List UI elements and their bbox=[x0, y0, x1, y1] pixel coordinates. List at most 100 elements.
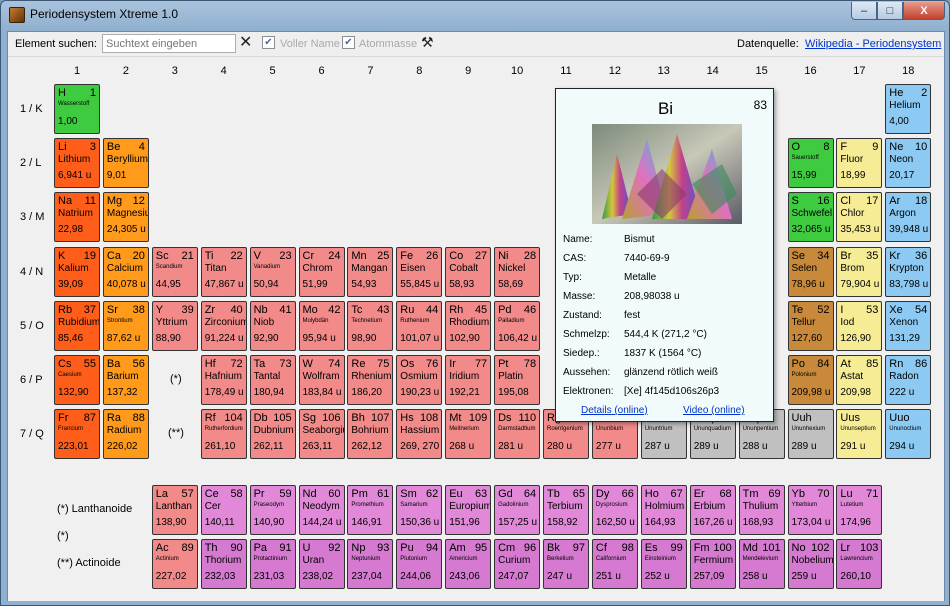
element-cell-w[interactable]: W 74 Wolfram 183,84 u bbox=[298, 355, 345, 405]
video-online-link[interactable]: Video (online) bbox=[683, 405, 745, 416]
element-cell-dy[interactable]: Dy 66 Dysprosium 162,50 u bbox=[591, 485, 638, 535]
element-cell-zr[interactable]: Zr 40 Zirconium 91,224 u bbox=[200, 300, 247, 351]
element-cell-be[interactable]: Be 4 Beryllium 9,01 bbox=[102, 138, 149, 189]
element-cell-uuh[interactable]: Uuh Ununhexium 289 u bbox=[787, 409, 834, 460]
element-cell-rb[interactable]: Rb 37 Rubidium 85,46 bbox=[54, 300, 100, 351]
details-online-link[interactable]: Details (online) bbox=[581, 405, 648, 416]
element-cell-se[interactable]: Se 34 Selen 78,96 u bbox=[787, 246, 834, 297]
element-cell-sr[interactable]: Sr 38 Strontium 87,62 u bbox=[102, 300, 149, 351]
element-cell-y[interactable]: Y 39 Yttrium 88,90 bbox=[151, 300, 198, 351]
element-cell-o[interactable]: O 8 Sauerstoff 15,99 bbox=[787, 138, 834, 189]
element-cell-xe[interactable]: Xe 54 Xenon 131,29 bbox=[885, 300, 932, 351]
element-cell-ru[interactable]: Ru 44 Ruthenium 101,07 u bbox=[396, 300, 443, 351]
element-cell-fr[interactable]: Fr 87 Francium 223,01 bbox=[54, 409, 100, 460]
element-cell-es[interactable]: Es 99 Einsteinium 252 u bbox=[640, 539, 687, 589]
element-cell-ds[interactable]: Ds 110 Darmstadtium 281 u bbox=[494, 409, 541, 460]
element-cell-db[interactable]: Db 105 Dubnium 262,11 bbox=[249, 409, 296, 460]
element-cell-s[interactable]: S 16 Schwefel 32,065 u bbox=[787, 192, 834, 243]
element-cell-te[interactable]: Te 52 Tellur 127,60 bbox=[787, 300, 834, 351]
element-cell-ni[interactable]: Ni 28 Nickel 58,69 bbox=[494, 246, 541, 297]
maximize-button[interactable]: □ bbox=[877, 2, 903, 20]
element-cell-mn[interactable]: Mn 25 Mangan 54,93 bbox=[347, 246, 394, 297]
element-cell-lu[interactable]: Lu 71 Lutetium 174,96 bbox=[836, 485, 883, 535]
element-cell-kr[interactable]: Kr 36 Krypton 83,798 u bbox=[885, 246, 932, 297]
element-cell-h[interactable]: H 1 Wasserstoff 1,00 bbox=[54, 84, 100, 134]
element-cell-li[interactable]: Li 3 Lithium 6,941 u bbox=[54, 138, 100, 189]
element-cell-fe[interactable]: Fe 26 Eisen 55,845 u bbox=[396, 246, 443, 297]
element-cell-pm[interactable]: Pm 61 Promethium 146,91 bbox=[347, 485, 394, 535]
element-cell-ti[interactable]: Ti 22 Titan 47,867 u bbox=[200, 246, 247, 297]
element-cell-tm[interactable]: Tm 69 Thulium 168,93 bbox=[738, 485, 785, 535]
element-cell-er[interactable]: Er 68 Erbium 167,26 u bbox=[689, 485, 736, 535]
element-cell-hs[interactable]: Hs 108 Hassium 269, 270 bbox=[396, 409, 443, 460]
element-cell-tb[interactable]: Tb 65 Terbium 158,92 bbox=[543, 485, 589, 535]
minimize-button[interactable]: – bbox=[851, 2, 877, 20]
element-cell-pa[interactable]: Pa 91 Protactinium 231,03 bbox=[249, 539, 296, 589]
element-cell-fm[interactable]: Fm 100 Fermium 257,09 bbox=[689, 539, 736, 589]
full-name-checkbox[interactable]: ✔ bbox=[262, 36, 275, 49]
element-cell-am[interactable]: Am 95 Americium 243,06 bbox=[445, 539, 492, 589]
atomic-mass-checkbox[interactable]: ✔ bbox=[342, 36, 355, 49]
element-cell-lr[interactable]: Lr 103 Lawrencium 260,10 bbox=[836, 539, 883, 589]
element-cell-rf[interactable]: Rf 104 Rutherfordium 261,10 bbox=[200, 409, 247, 460]
element-cell-ra[interactable]: Ra 88 Radium 226,02 bbox=[102, 409, 149, 460]
element-cell-rn[interactable]: Rn 86 Radon 222 u bbox=[885, 355, 932, 405]
element-cell-na[interactable]: Na 11 Natrium 22,98 bbox=[54, 192, 100, 243]
element-cell-tc[interactable]: Tc 43 Technetium 98,90 bbox=[347, 300, 394, 351]
element-cell-sm[interactable]: Sm 62 Samarium 150,36 u bbox=[396, 485, 443, 535]
element-cell-pr[interactable]: Pr 59 Praseodym 140,90 bbox=[249, 485, 296, 535]
element-cell-pu[interactable]: Pu 94 Plutonium 244,06 bbox=[396, 539, 443, 589]
element-cell-rh[interactable]: Rh 45 Rhodium 102,90 bbox=[445, 300, 492, 351]
element-cell-la[interactable]: La 57 Lanthan 138,90 bbox=[151, 485, 198, 535]
element-cell-br[interactable]: Br 35 Brom 79,904 u bbox=[836, 246, 883, 297]
element-cell-yb[interactable]: Yb 70 Ytterbium 173,04 u bbox=[787, 485, 834, 535]
element-cell-ac[interactable]: Ac 89 Actinium 227,02 bbox=[151, 539, 198, 589]
element-cell-ca[interactable]: Ca 20 Calcium 40,078 u bbox=[102, 246, 149, 297]
element-cell-u[interactable]: U 92 Uran 238,02 bbox=[298, 539, 345, 589]
clear-search-icon[interactable]: ✕ bbox=[239, 35, 252, 51]
element-cell-mg[interactable]: Mg 12Magnesium 24,305 u bbox=[102, 192, 149, 243]
element-cell-no[interactable]: No 102 Nobelium 259 u bbox=[787, 539, 834, 589]
element-cell-re[interactable]: Re 75 Rhenium 186,20 bbox=[347, 355, 394, 405]
element-cell-cm[interactable]: Cm 96 Curium 247,07 bbox=[494, 539, 541, 589]
element-cell-uus[interactable]: Uus Ununseptium 291 u bbox=[836, 409, 883, 460]
element-cell-bk[interactable]: Bk 97 Berkelium 247 u bbox=[543, 539, 589, 589]
element-cell-cl[interactable]: Cl 17 Chlor 35,453 u bbox=[836, 192, 883, 243]
title-bar[interactable]: Periodensystem Xtreme 1.0 – □ X bbox=[1, 1, 949, 29]
element-cell-md[interactable]: Md 101 Mendelevium 258 u bbox=[738, 539, 785, 589]
element-cell-co[interactable]: Co 27 Cobalt 58,93 bbox=[445, 246, 492, 297]
element-cell-cs[interactable]: Cs 55 Caesium 132,90 bbox=[54, 355, 100, 405]
element-cell-ho[interactable]: Ho 67 Holmium 164,93 bbox=[640, 485, 687, 535]
element-cell-uuo[interactable]: Uuo Ununoctium 294 u bbox=[885, 409, 932, 460]
search-input[interactable] bbox=[102, 34, 236, 53]
element-cell-k[interactable]: K 19 Kalium 39,09 bbox=[54, 246, 100, 297]
element-cell-cf[interactable]: Cf 98 Californium 251 u bbox=[591, 539, 638, 589]
element-cell-mo[interactable]: Mo 42 Molybdän 95,94 u bbox=[298, 300, 345, 351]
close-button[interactable]: X bbox=[903, 2, 945, 20]
element-cell-gd[interactable]: Gd 64 Gadolinium 157,25 u bbox=[494, 485, 541, 535]
element-cell-ce[interactable]: Ce 58 Cer 140,11 bbox=[200, 485, 247, 535]
element-cell-hf[interactable]: Hf 72 Hafnium 178,49 u bbox=[200, 355, 247, 405]
source-link[interactable]: Wikipedia - Periodensystem bbox=[805, 38, 941, 50]
element-cell-at[interactable]: At 85 Astat 209,98 bbox=[836, 355, 883, 405]
element-cell-eu[interactable]: Eu 63 Europium 151,96 bbox=[445, 485, 492, 535]
element-cell-nb[interactable]: Nb 41 Niob 92,90 bbox=[249, 300, 296, 351]
element-cell-i[interactable]: I 53 Iod 126,90 bbox=[836, 300, 883, 351]
element-cell-sc[interactable]: Sc 21 Scandium 44,95 bbox=[151, 246, 198, 297]
element-cell-bh[interactable]: Bh 107 Bohrium 262,12 bbox=[347, 409, 394, 460]
element-cell-f[interactable]: F 9 Fluor 18,99 bbox=[836, 138, 883, 189]
element-cell-sg[interactable]: Sg 106Seaborgium 263,11 bbox=[298, 409, 345, 460]
element-cell-ar[interactable]: Ar 18 Argon 39,948 u bbox=[885, 192, 932, 243]
element-cell-ir[interactable]: Ir 77 Iridium 192,21 bbox=[445, 355, 492, 405]
element-cell-cr[interactable]: Cr 24 Chrom 51,99 bbox=[298, 246, 345, 297]
element-cell-nd[interactable]: Nd 60 Neodym 144,24 u bbox=[298, 485, 345, 535]
element-cell-ne[interactable]: Ne 10 Neon 20,17 bbox=[885, 138, 932, 189]
tools-icon[interactable]: ⚒ bbox=[421, 34, 434, 51]
element-cell-mt[interactable]: Mt 109 Meitnerium 268 u bbox=[445, 409, 492, 460]
element-cell-th[interactable]: Th 90 Thorium 232,03 bbox=[200, 539, 247, 589]
element-cell-np[interactable]: Np 93 Neptunium 237,04 bbox=[347, 539, 394, 589]
element-cell-ta[interactable]: Ta 73 Tantal 180,94 bbox=[249, 355, 296, 405]
element-cell-po[interactable]: Po 84 Polonium 209,98 u bbox=[787, 355, 834, 405]
element-cell-he[interactable]: He 2 Helium 4,00 bbox=[885, 84, 932, 134]
element-cell-v[interactable]: V 23 Vanadium 50,94 bbox=[249, 246, 296, 297]
